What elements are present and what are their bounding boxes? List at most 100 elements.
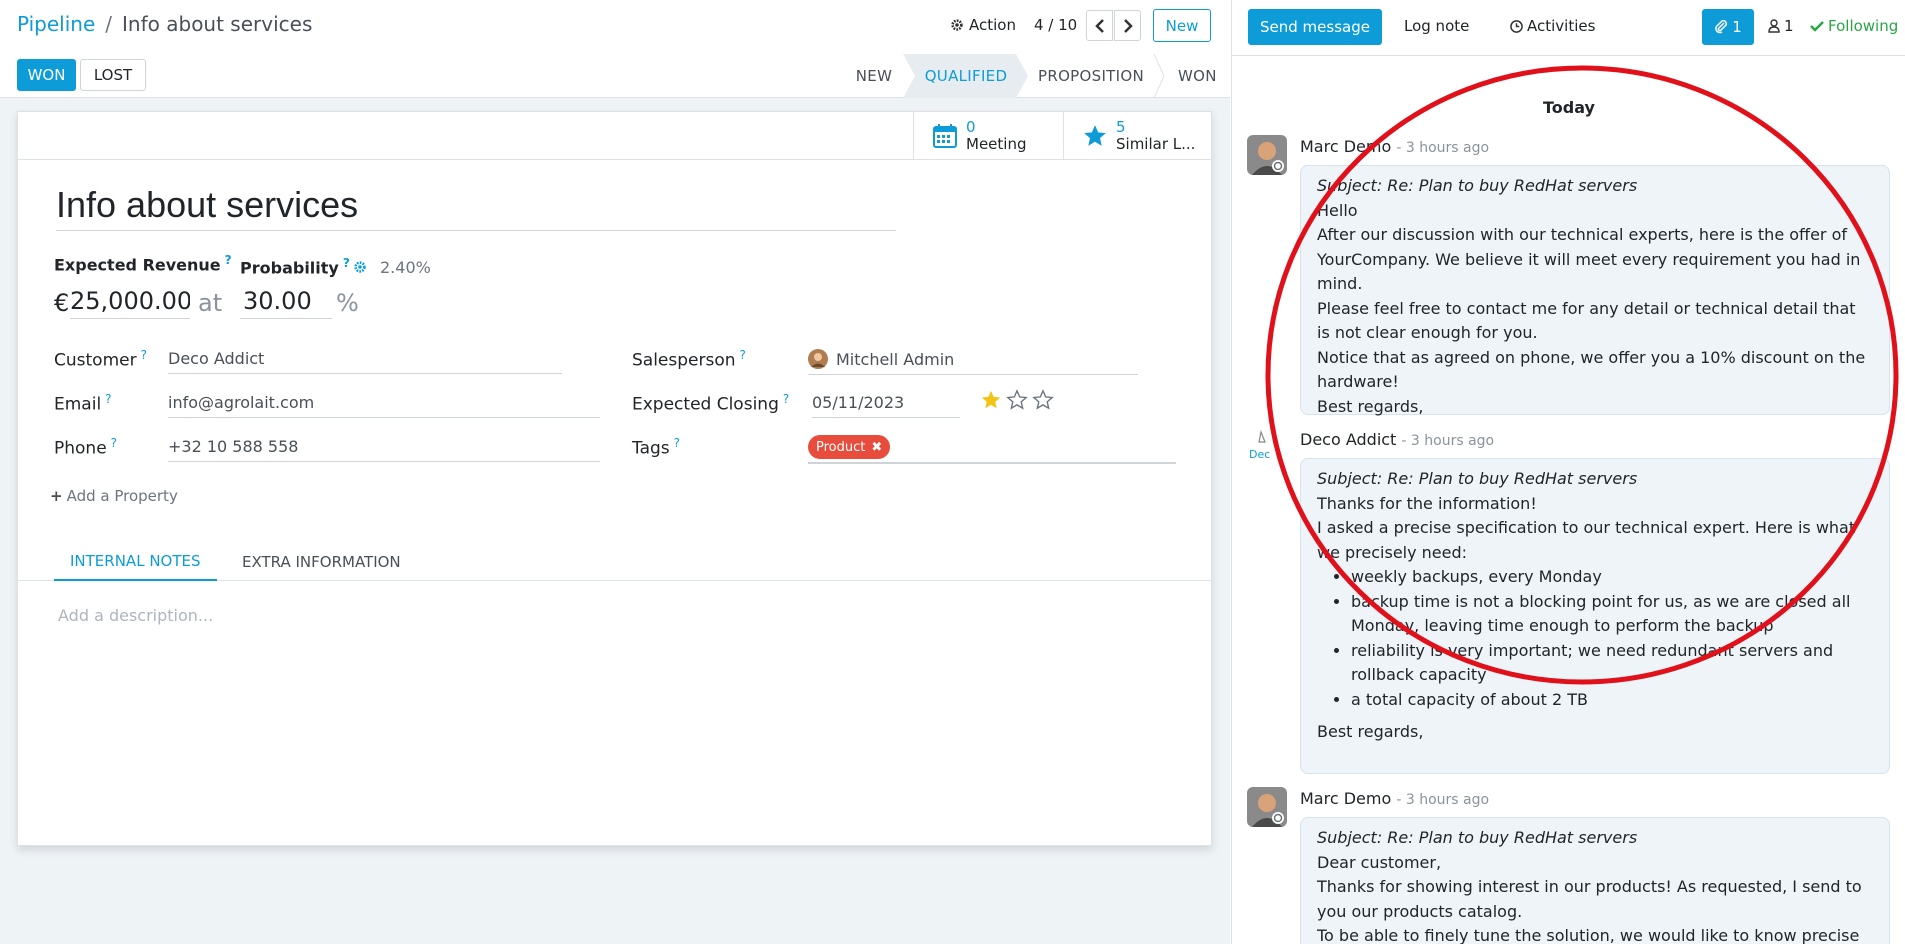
lost-button[interactable]: LOST [80,59,146,91]
expected-closing-field[interactable]: 05/11/2023 [812,393,960,418]
status-bar: WON LOST NEW QUALIFIED PROPOSITION WON [0,54,1230,98]
author-avatar[interactable] [1247,787,1287,827]
action-menu-button[interactable]: Action [950,16,1016,34]
plus-icon: + [50,487,63,505]
stage-qualified[interactable]: QUALIFIED [915,54,1017,98]
currency-symbol: € [54,289,70,317]
message-line: Please feel free to contact me for any d… [1317,298,1856,343]
meeting-label: Meeting [966,135,1027,153]
followers-count: 1 [1784,17,1794,35]
percent-sign: % [336,289,359,317]
calendar-icon [933,124,957,148]
similar-leads-smart-button[interactable]: 5 Similar L... [1063,112,1213,160]
description-editor[interactable]: Add a description... [58,606,213,625]
priority-widget [980,389,1054,411]
add-property-label: Add a Property [66,487,178,505]
date-separator: Today [1543,98,1595,117]
activities-label: Activities [1527,17,1596,35]
similar-leads-count: 5 [1116,118,1126,136]
probability-label: Probability? [240,256,350,278]
similar-leads-label: Similar L... [1116,135,1196,153]
clock-icon [1510,19,1523,33]
star-filled-icon[interactable] [980,389,1002,411]
message-line: Notice that as agreed on phone, we offer… [1317,347,1866,392]
chatter-topbar-divider [1232,55,1905,56]
attachments-count: 1 [1732,18,1742,36]
message-line: After our discussion with our technical … [1317,225,1861,293]
following-button[interactable]: Following [1810,17,1898,35]
following-label: Following [1828,17,1899,35]
tab-internal-notes[interactable]: INTERNAL NOTES [54,542,217,581]
salesperson-field[interactable]: Mitchell Admin [808,349,1138,375]
message-line: I asked a precise specification to our t… [1317,518,1856,562]
log-note-button[interactable]: Log note [1404,17,1469,35]
at-text: at [198,289,223,317]
list-item: weekly backups, every Monday [1351,565,1873,590]
followers-button[interactable]: 1 [1768,17,1794,35]
email-label: Email? [54,392,112,415]
message-subject: Subject: Re: Plan to buy RedHat servers [1317,469,1638,488]
pager-value[interactable]: 4 / 10 [1034,16,1077,34]
message-author: Marc Demo - 3 hours ago [1300,137,1490,156]
automated-probability: 2.40% [380,258,431,277]
message-line: Hello [1317,200,1358,220]
stage-proposition[interactable]: PROPOSITION [1030,54,1152,98]
pager-previous-button[interactable] [1086,10,1113,41]
message-subject: Subject: Re: Plan to buy RedHat servers [1317,176,1638,195]
tags-label: Tags? [632,436,681,459]
breadcrumb-pipeline[interactable]: Pipeline [17,12,95,36]
message-body: Subject: Re: Plan to buy RedHat servers … [1300,458,1890,774]
star-icon [1084,125,1106,146]
breadcrumb-current: Info about services [122,12,313,36]
salesperson-name: Mitchell Admin [836,349,955,369]
won-button[interactable]: WON [17,59,76,91]
paperclip-icon [1715,20,1728,34]
customer-label: Customer? [54,348,147,371]
tags-field[interactable]: Product ✖ [808,430,1176,464]
expected-revenue-field[interactable]: 25,000.00 [70,287,190,319]
message-author: Marc Demo - 3 hours ago [1300,789,1490,808]
message-line: To be able to finely tune the solution, … [1317,926,1860,944]
new-button[interactable]: New [1153,9,1211,42]
svg-text:Dec: Dec [1249,448,1270,461]
stage-divider [1153,54,1165,98]
message-body: Subject: Re: Plan to buy RedHat servers … [1300,817,1890,944]
salesperson-avatar [808,349,828,369]
gear-icon [951,19,963,31]
message-line: Dear customer, [1317,852,1442,872]
expected-revenue-label: Expected Revenue? [54,253,232,275]
author-avatar[interactable]: Dec [1247,428,1287,468]
form-sheet: 0 Meeting 5 Similar L... Info about serv… [17,111,1213,846]
customer-field[interactable]: Deco Addict [168,349,562,374]
stage-new[interactable]: NEW [845,54,903,98]
meeting-count: 0 [966,118,976,136]
user-icon [1768,19,1780,33]
list-item: a total capacity of about 2 TB [1351,688,1873,713]
send-message-button[interactable]: Send message [1248,9,1382,45]
phone-field[interactable]: +32 10 588 558 [168,437,600,462]
message-author: Deco Addict - 3 hours ago [1300,430,1495,449]
expected-closing-label: Expected Closing? [632,392,790,415]
attachments-button[interactable]: 1 [1702,9,1754,45]
check-icon [1810,21,1824,32]
star-empty-icon[interactable] [1032,389,1054,411]
author-avatar[interactable] [1247,135,1287,175]
tag-remove-icon[interactable]: ✖ [871,440,882,455]
tab-extra-information[interactable]: EXTRA INFORMATION [226,542,417,581]
breadcrumb: Pipeline / Info about services [17,12,312,36]
probability-field[interactable]: 30.00 [240,287,332,319]
breadcrumb-separator: / [105,12,113,36]
star-empty-icon[interactable] [1006,389,1028,411]
chatter-panel: Send message Log note Activities 1 1 Fol… [1231,0,1905,944]
activities-button[interactable]: Activities [1510,17,1595,35]
email-field[interactable]: info@agrolait.com [168,393,600,418]
message-line: Best regards, [1317,396,1424,416]
meeting-smart-button[interactable]: 0 Meeting [913,112,1063,160]
pager-next-button[interactable] [1114,10,1141,41]
chevron-left-icon [1094,18,1104,33]
action-label: Action [969,16,1016,34]
probability-gear-icon[interactable] [353,260,367,274]
add-property-button[interactable]: + Add a Property [50,487,178,505]
stage-won[interactable]: WON [1166,54,1224,98]
lead-title[interactable]: Info about services [56,184,896,231]
